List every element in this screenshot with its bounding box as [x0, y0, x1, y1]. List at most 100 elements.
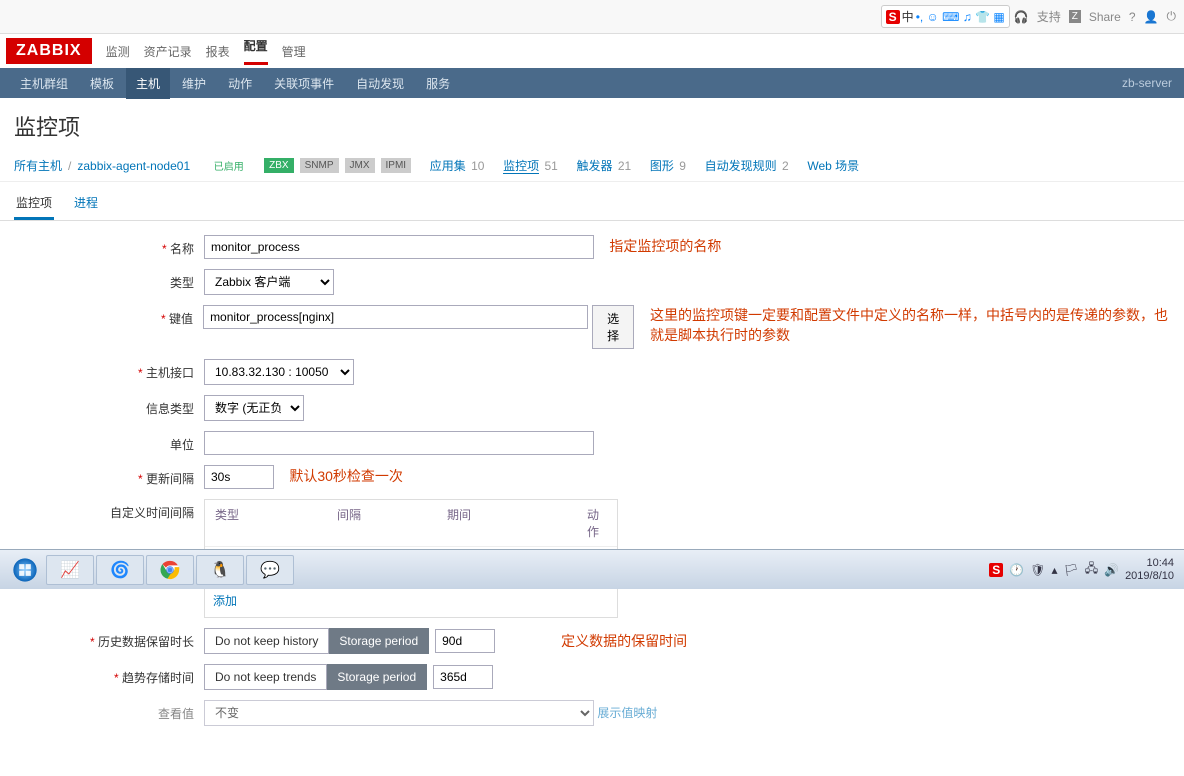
sogou-ime-logo: S	[886, 10, 900, 24]
input-name[interactable]	[204, 235, 594, 259]
subnav-actions[interactable]: 动作	[218, 68, 262, 99]
subnav-hosts[interactable]: 主机	[126, 68, 170, 99]
annot-key: 这里的监控项键一定要和配置文件中定义的名称一样，中括号内的是传递的参数，也就是脚…	[650, 305, 1170, 345]
zabbix-logo[interactable]: ZABBIX	[6, 38, 92, 64]
tray-sogou-icon[interactable]: S	[989, 563, 1003, 577]
trends-mode: Do not keep trends Storage period	[204, 664, 427, 690]
tb-app2[interactable]: 🌀	[96, 555, 144, 585]
select-type[interactable]: Zabbix 客户端	[204, 269, 334, 295]
taskbar-clock[interactable]: 10:44 2019/8/10	[1125, 557, 1178, 581]
form-tabs: 监控项 进程	[0, 182, 1184, 221]
ime-indicator[interactable]: S 中 •, ☺ ⌨ ♫ 👕 ▦	[881, 5, 1010, 28]
annot-interval: 默认30秒检查一次	[289, 466, 403, 486]
input-unit[interactable]	[204, 431, 594, 455]
col-period: 期间	[437, 500, 577, 546]
badge-zbx: ZBX	[264, 158, 293, 173]
label-name: 名称	[14, 235, 204, 257]
nav-monitor[interactable]: 监测	[106, 43, 130, 60]
tab-process[interactable]: 进程	[72, 188, 100, 220]
top-nav: ZABBIX 监测 资产记录 报表 配置 管理	[0, 34, 1184, 68]
ime-icons: •, ☺ ⌨ ♫ 👕 ▦	[916, 10, 1005, 24]
btn-key-select[interactable]: 选择	[592, 305, 634, 349]
subnav-correlation[interactable]: 关联项事件	[264, 68, 344, 99]
tray-chevron-icon[interactable]: ▴	[1051, 563, 1057, 577]
tb-qq[interactable]: 🐧	[196, 555, 244, 585]
trends-period[interactable]: Storage period	[327, 664, 427, 690]
input-key[interactable]	[203, 305, 588, 329]
user-icon[interactable]: 👤	[1144, 10, 1159, 24]
select-info[interactable]: 数字 (无正负)	[204, 395, 304, 421]
badge-jmx: JMX	[345, 158, 375, 173]
subnav-hostgroups[interactable]: 主机群组	[10, 68, 78, 99]
label-type: 类型	[14, 269, 204, 291]
toolbar-right-icons: 🎧 支持 Z Share ? 👤 ⏻	[1014, 8, 1176, 25]
nav-config[interactable]: 配置	[244, 37, 268, 65]
history-mode: Do not keep history Storage period	[204, 628, 429, 654]
system-tray: S 🕐 🛡 ▴ 🏳 🖧 🔊 10:44 2019/8/10	[989, 557, 1178, 581]
bc-tab-web[interactable]: Web 场景	[807, 157, 859, 174]
support-label[interactable]: 支持	[1037, 8, 1061, 25]
input-history[interactable]	[435, 629, 495, 653]
tab-item[interactable]: 监控项	[14, 188, 54, 220]
history-period[interactable]: Storage period	[329, 628, 429, 654]
bc-sep: /	[68, 159, 71, 173]
label-interval: 更新间隔	[14, 465, 204, 487]
tray-shield-icon[interactable]: 🛡	[1030, 563, 1045, 577]
link-showvalue[interactable]: 展示值映射	[597, 706, 657, 720]
subnav-templates[interactable]: 模板	[80, 68, 124, 99]
windows-taskbar: 📈 🌀 🐧 💬 S 🕐 🛡 ▴ 🏳 🖧 🔊 10:44 2019/8/10	[0, 549, 1184, 589]
headset-icon[interactable]: 🎧	[1014, 10, 1029, 24]
clock-time: 10:44	[1125, 557, 1174, 569]
bc-tab-discovery[interactable]: 自动发现规则 2	[705, 157, 789, 174]
start-button[interactable]	[6, 555, 44, 585]
chrome-icon	[160, 560, 180, 580]
bc-tab-apps[interactable]: 应用集 10	[430, 157, 485, 174]
tray-net-icon[interactable]: 🖧	[1085, 559, 1098, 580]
subnav-discovery[interactable]: 自动发现	[346, 68, 414, 99]
trends-no[interactable]: Do not keep trends	[204, 664, 327, 690]
subnav-maintenance[interactable]: 维护	[172, 68, 216, 99]
input-interval[interactable]	[204, 465, 274, 489]
status-enabled: 已启用	[209, 156, 249, 175]
server-name: zb-server	[1122, 76, 1184, 90]
tb-chrome[interactable]	[146, 555, 194, 585]
tray-clock-icon[interactable]: 🕐	[1009, 563, 1024, 577]
page-title: 监控项	[0, 98, 1184, 150]
tb-app1[interactable]: 📈	[46, 555, 94, 585]
nav-admin[interactable]: 管理	[282, 43, 306, 60]
label-trends: 趋势存储时间	[14, 664, 204, 686]
bc-host[interactable]: zabbix-agent-node01	[77, 159, 190, 173]
history-no[interactable]: Do not keep history	[204, 628, 329, 654]
ime-mode: 中	[902, 8, 914, 25]
breadcrumb-bar: 所有主机 / zabbix-agent-node01 已启用 ZBX SNMP …	[0, 150, 1184, 182]
zshare-icon: Z	[1069, 10, 1081, 23]
badge-ipmi: IPMI	[381, 158, 412, 173]
label-iface: 主机接口	[14, 359, 204, 381]
bc-all-hosts[interactable]: 所有主机	[14, 157, 62, 174]
bc-tab-items[interactable]: 监控项 51	[503, 157, 558, 174]
label-key: 键值	[14, 305, 203, 327]
clock-date: 2019/8/10	[1125, 570, 1174, 582]
nav-inventory[interactable]: 资产记录	[144, 43, 192, 60]
tb-wechat[interactable]: 💬	[246, 555, 294, 585]
share-label[interactable]: Share	[1089, 10, 1121, 24]
browser-chrome-toolbar: S 中 •, ☺ ⌨ ♫ 👕 ▦ 🎧 支持 Z Share ? 👤 ⏻	[0, 0, 1184, 34]
col-type: 类型	[205, 500, 327, 546]
select-showvalue[interactable]: 不变	[204, 700, 594, 726]
label-unit: 单位	[14, 431, 204, 453]
col-interval: 间隔	[327, 500, 437, 546]
bc-tab-graphs[interactable]: 图形 9	[650, 157, 686, 174]
select-iface[interactable]: 10.83.32.130 : 10050	[204, 359, 354, 385]
help-icon[interactable]: ?	[1129, 10, 1136, 24]
col-action: 动作	[577, 500, 617, 546]
bc-tab-triggers[interactable]: 触发器 21	[577, 157, 632, 174]
nav-reports[interactable]: 报表	[206, 43, 230, 60]
annot-history: 定义数据的保留时间	[561, 631, 687, 651]
power-icon[interactable]: ⏻	[1167, 9, 1177, 24]
label-showvalue: 查看值	[14, 700, 204, 722]
label-custom-intervals: 自定义时间间隔	[14, 499, 204, 521]
tray-flag-icon[interactable]: 🏳	[1063, 563, 1078, 577]
subnav-services[interactable]: 服务	[416, 68, 460, 99]
tray-vol-icon[interactable]: 🔊	[1104, 563, 1119, 577]
input-trends[interactable]	[433, 665, 493, 689]
